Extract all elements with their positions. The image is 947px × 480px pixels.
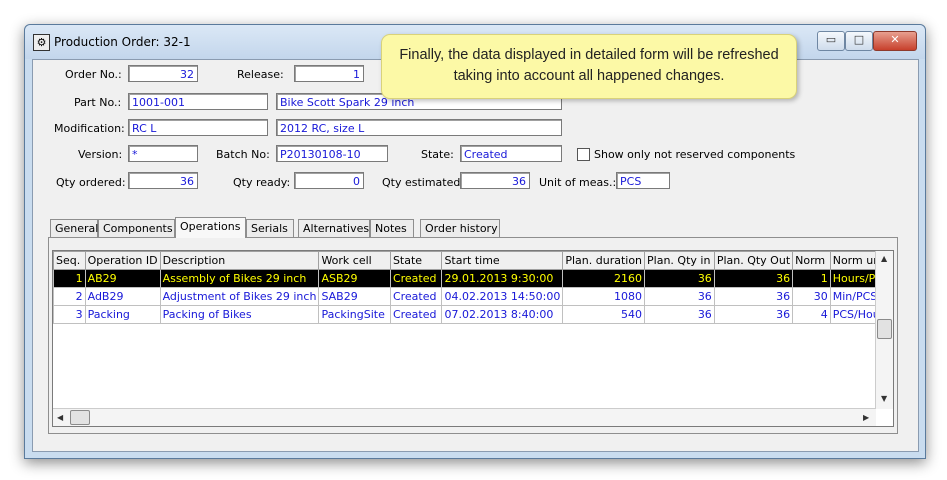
table-cell: Packing of Bikes	[159, 305, 320, 324]
batch-no-label: Batch No:	[216, 148, 270, 161]
modification-desc-field[interactable]: 2012 RC, size L	[276, 119, 562, 136]
operations-grid[interactable]: Seq. Operation ID Description Work cell …	[52, 250, 894, 427]
table-cell: AB29	[84, 269, 161, 288]
horizontal-scroll-thumb[interactable]	[70, 410, 90, 425]
table-cell: 36	[644, 287, 715, 306]
column-header[interactable]: Work cell	[318, 251, 391, 270]
scroll-down-icon[interactable]: ▼	[881, 394, 887, 403]
tab-order-history[interactable]: Order history	[420, 219, 500, 237]
table-cell: ASB29	[318, 269, 391, 288]
column-header[interactable]: Start time	[441, 251, 564, 270]
table-cell: Created	[389, 269, 443, 288]
table-cell: Created	[389, 287, 443, 306]
column-header[interactable]: Plan. Qty in	[644, 251, 715, 270]
table-cell: 30	[792, 287, 831, 306]
table-cell: 1	[792, 269, 831, 288]
column-header[interactable]: Seq.	[53, 251, 86, 270]
table-cell: 540	[562, 305, 646, 324]
state-label: State:	[421, 148, 454, 161]
tooltip-callout: Finally, the data displayed in detailed …	[381, 34, 797, 99]
table-cell: 36	[713, 305, 794, 324]
table-cell: 29.01.2013 9:30:00	[441, 269, 564, 288]
table-header-row: Seq. Operation ID Description Work cell …	[53, 251, 894, 270]
table-cell: 07.02.2013 8:40:00	[441, 305, 564, 324]
operations-table: Seq. Operation ID Description Work cell …	[53, 251, 894, 324]
column-header[interactable]: Description	[159, 251, 320, 270]
table-cell: Assembly of Bikes 29 inch	[159, 269, 320, 288]
modification-field[interactable]: RC L	[128, 119, 268, 136]
column-header[interactable]: Plan. duration	[562, 251, 646, 270]
only-not-reserved-label: Show only not reserved components	[594, 148, 796, 161]
tab-serials[interactable]: Serials	[246, 219, 294, 237]
table-row[interactable]: 3 Packing Packing of Bikes PackingSite C…	[53, 305, 894, 324]
window-title: Production Order: 32-1	[54, 35, 191, 49]
table-cell: Created	[389, 305, 443, 324]
part-no-label: Part No.:	[74, 96, 122, 109]
table-cell: 36	[713, 269, 794, 288]
table-cell: SAB29	[318, 287, 391, 306]
table-cell: 36	[713, 287, 794, 306]
table-row[interactable]: 1 AB29 Assembly of Bikes 29 inch ASB29 C…	[53, 269, 894, 288]
table-cell: 36	[644, 269, 715, 288]
app-gear-icon: ⚙	[33, 34, 50, 51]
table-cell: 1080	[562, 287, 646, 306]
table-cell: 04.02.2013 14:50:00	[441, 287, 564, 306]
column-header[interactable]: Norm	[792, 251, 831, 270]
scroll-right-icon[interactable]: ▶	[863, 413, 869, 422]
horizontal-scrollbar[interactable]: ◀ ▶	[53, 408, 876, 426]
table-cell: 2160	[562, 269, 646, 288]
column-header[interactable]: Plan. Qty Out	[713, 251, 794, 270]
table-cell: Packing	[84, 305, 161, 324]
table-cell: 4	[792, 305, 831, 324]
table-cell: 3	[53, 305, 86, 324]
version-field[interactable]: *	[128, 145, 198, 162]
qty-estimated-field[interactable]: 36	[460, 172, 530, 189]
order-no-label: Order No.:	[65, 68, 122, 81]
scroll-up-icon[interactable]: ▲	[881, 254, 887, 263]
tab-alternatives[interactable]: Alternatives	[298, 219, 370, 237]
qty-estimated-label: Qty estimated:	[382, 176, 465, 189]
minimize-button[interactable]: ▭	[817, 31, 845, 51]
scroll-left-icon[interactable]: ◀	[57, 413, 63, 422]
vertical-scrollbar[interactable]: ▲ ▼	[875, 251, 893, 409]
qty-ordered-field[interactable]: 36	[128, 172, 198, 189]
tab-components[interactable]: Components	[98, 219, 175, 237]
modification-label: Modification:	[54, 122, 125, 135]
tab-notes[interactable]: Notes	[370, 219, 414, 237]
release-field[interactable]: 1	[294, 65, 364, 82]
table-cell: AdB29	[84, 287, 161, 306]
unit-label: Unit of meas.:	[539, 176, 617, 189]
qty-ordered-label: Qty ordered:	[56, 176, 126, 189]
only-not-reserved-checkbox[interactable]	[577, 148, 590, 161]
version-label: Version:	[78, 148, 123, 161]
table-row[interactable]: 2 AdB29 Adjustment of Bikes 29 inch SAB2…	[53, 287, 894, 306]
order-no-field[interactable]: 32	[128, 65, 198, 82]
column-header[interactable]: State	[389, 251, 443, 270]
tab-general[interactable]: General	[50, 219, 98, 237]
close-button[interactable]: ✕	[873, 31, 917, 51]
qty-ready-field[interactable]: 0	[294, 172, 364, 189]
table-cell: Adjustment of Bikes 29 inch	[159, 287, 320, 306]
table-cell: 36	[644, 305, 715, 324]
release-label: Release:	[237, 68, 284, 81]
state-field[interactable]: Created	[460, 145, 562, 162]
table-cell: 1	[53, 269, 86, 288]
unit-field[interactable]: PCS	[616, 172, 670, 189]
table-cell: 2	[53, 287, 86, 306]
part-no-field[interactable]: 1001-001	[128, 93, 268, 110]
tab-operations[interactable]: Operations	[175, 217, 246, 238]
table-cell: PackingSite	[318, 305, 391, 324]
vertical-scroll-thumb[interactable]	[877, 319, 892, 339]
qty-ready-label: Qty ready:	[233, 176, 291, 189]
maximize-button[interactable]: □	[845, 31, 873, 51]
batch-no-field[interactable]: P20130108-10	[276, 145, 388, 162]
column-header[interactable]: Operation ID	[84, 251, 161, 270]
